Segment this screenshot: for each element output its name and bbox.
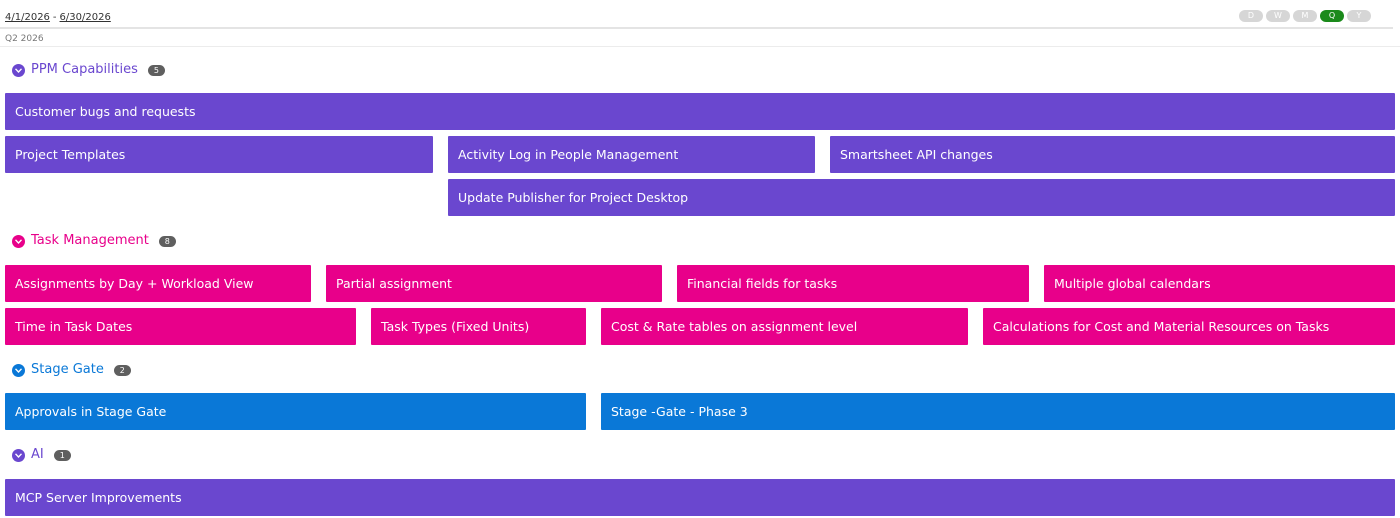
roadmap-item[interactable]: MCP Server Improvements — [5, 479, 1395, 516]
start-date-link[interactable]: 4/1/2026 — [5, 12, 50, 23]
chevron-down-icon[interactable] — [12, 363, 25, 377]
roadmap-item[interactable]: Smartsheet API changes — [830, 136, 1395, 173]
count-badge: 5 — [147, 64, 165, 76]
scale-week-button[interactable]: W — [1266, 10, 1290, 22]
toolbar-divider — [0, 27, 1393, 29]
group-header-ai: AI 1 — [12, 447, 71, 463]
roadmap-item[interactable]: Financial fields for tasks — [677, 265, 1029, 302]
time-scale-switcher: D W M Q Y — [1239, 10, 1371, 22]
roadmap-item[interactable]: Cost & Rate tables on assignment level — [601, 308, 968, 345]
group-header-task-management: Task Management 8 — [12, 233, 176, 249]
date-range: 4/1/2026-6/30/2026 — [5, 12, 111, 23]
chevron-down-icon[interactable] — [12, 448, 25, 462]
roadmap-item[interactable]: Project Templates — [5, 136, 433, 173]
scale-day-button[interactable]: D — [1239, 10, 1263, 22]
count-badge: 8 — [158, 235, 176, 247]
roadmap-item[interactable]: Task Types (Fixed Units) — [371, 308, 586, 345]
end-date-link[interactable]: 6/30/2026 — [60, 12, 111, 23]
group-title[interactable]: Stage Gate — [31, 362, 104, 378]
group-header-ppm: PPM Capabilities 5 — [12, 62, 165, 78]
roadmap-item[interactable]: Multiple global calendars — [1044, 265, 1395, 302]
roadmap-item[interactable]: Partial assignment — [326, 265, 662, 302]
timeline-toolbar: 4/1/2026-6/30/2026 D W M Q Y — [0, 0, 1400, 30]
roadmap-item[interactable]: Calculations for Cost and Material Resou… — [983, 308, 1395, 345]
count-badge: 1 — [53, 449, 71, 461]
count-badge: 2 — [113, 364, 131, 376]
roadmap-item[interactable]: Assignments by Day + Workload View — [5, 265, 311, 302]
group-header-stage-gate: Stage Gate 2 — [12, 362, 131, 378]
roadmap-item[interactable]: Activity Log in People Management — [448, 136, 815, 173]
roadmap-item[interactable]: Update Publisher for Project Desktop — [448, 179, 1395, 216]
roadmap-item[interactable]: Customer bugs and requests — [5, 93, 1395, 130]
quarter-divider — [0, 46, 1400, 47]
group-title[interactable]: PPM Capabilities — [31, 62, 138, 78]
scale-quarter-button[interactable]: Q — [1320, 10, 1344, 22]
roadmap-item[interactable]: Stage -Gate - Phase 3 — [601, 393, 1395, 430]
group-title[interactable]: Task Management — [31, 233, 149, 249]
roadmap-item[interactable]: Approvals in Stage Gate — [5, 393, 586, 430]
quarter-label: Q2 2026 — [5, 34, 44, 44]
date-separator: - — [52, 12, 57, 23]
scale-year-button[interactable]: Y — [1347, 10, 1371, 22]
chevron-down-icon[interactable] — [12, 63, 25, 77]
chevron-down-icon[interactable] — [12, 234, 25, 248]
roadmap-item[interactable]: Time in Task Dates — [5, 308, 356, 345]
scale-month-button[interactable]: M — [1293, 10, 1317, 22]
group-title[interactable]: AI — [31, 447, 44, 463]
